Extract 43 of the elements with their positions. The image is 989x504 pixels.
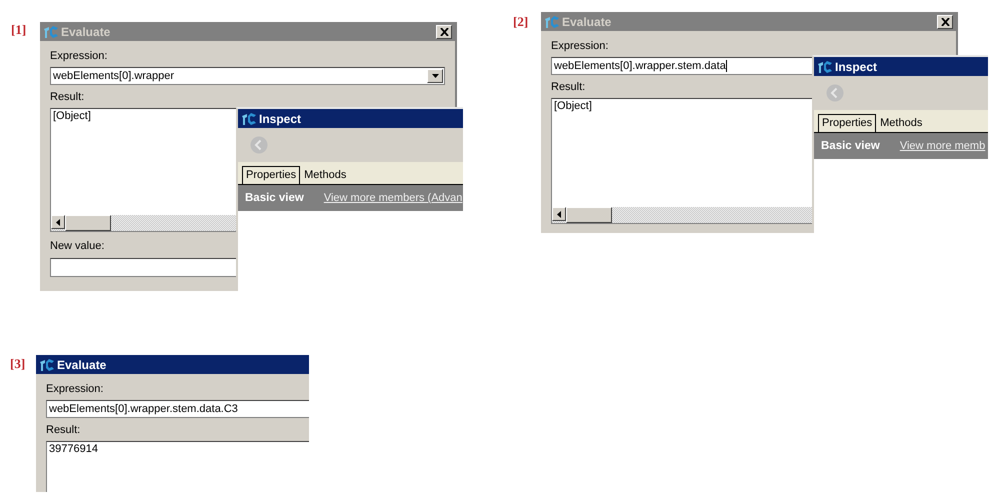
tab[interactable]: Methods [876, 114, 926, 132]
expression-label: Expression: [46, 383, 104, 396]
scroll-thumb[interactable] [566, 207, 612, 223]
expression-field[interactable]: webElements[0].wrapper [50, 67, 445, 85]
tab[interactable]: Properties [818, 114, 876, 132]
panel-label: [3] [10, 356, 26, 372]
left-arrow-icon [557, 210, 561, 218]
close-icon [440, 28, 448, 36]
panel-label: [2] [513, 14, 528, 30]
app-logo-icon [544, 14, 560, 28]
expression-field[interactable]: webElements[0].wrapper.stem.data.C3 [46, 400, 309, 418]
result-text: [Object] [52, 109, 92, 123]
window-title: Evaluate [562, 14, 612, 28]
result-label: Result: [46, 424, 80, 437]
panel-label: [1] [11, 22, 26, 38]
app-logo-icon [39, 358, 55, 372]
app-logo-icon [241, 112, 257, 126]
caret-down-icon [432, 74, 438, 78]
close-button[interactable] [937, 14, 953, 28]
new-value-label: New value: [50, 240, 104, 253]
left-arrow-icon [56, 218, 60, 226]
close-icon [940, 18, 950, 26]
expression-label: Expression: [551, 40, 608, 53]
tab[interactable]: Properties [242, 166, 300, 184]
result-label: Result: [551, 81, 586, 94]
window-title: Inspect [835, 60, 878, 74]
tab[interactable]: Methods [300, 166, 350, 184]
result-label: Result: [50, 91, 84, 104]
window-title: Evaluate [57, 358, 108, 372]
expression-label: Expression: [50, 50, 108, 63]
app-logo-icon [817, 60, 833, 74]
result-text: 39776914 [48, 442, 99, 456]
view-label: Basic view [821, 140, 880, 152]
result-text: [Object] [553, 99, 593, 113]
window-title: Evaluate [61, 24, 112, 38]
window-title: Inspect [259, 112, 302, 126]
scroll-left-button[interactable] [51, 215, 65, 229]
close-button[interactable] [436, 24, 452, 38]
scroll-left-button[interactable] [552, 207, 566, 221]
view-label: Basic view [245, 192, 304, 204]
app-logo-icon [43, 24, 59, 38]
dropdown-button[interactable] [427, 69, 443, 83]
scroll-thumb[interactable] [65, 215, 111, 231]
